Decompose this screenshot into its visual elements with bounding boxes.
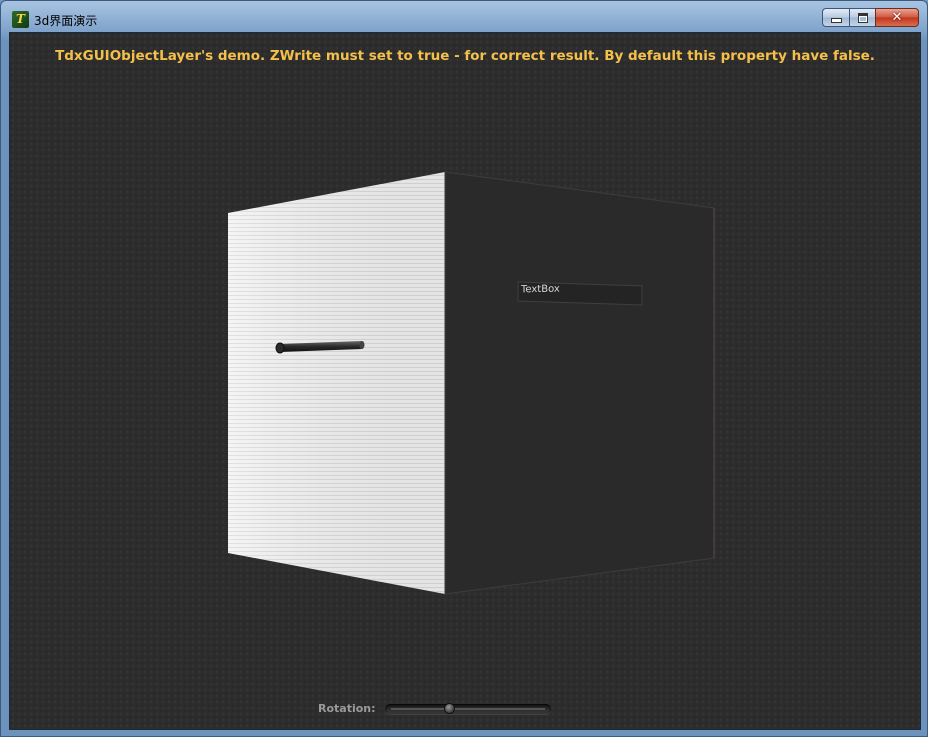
- maximize-icon: [857, 12, 868, 23]
- rotation-slider-thumb[interactable]: [444, 703, 455, 714]
- cube-scene: [228, 171, 715, 595]
- scene-viewport[interactable]: TdxGUIObjectLayer's demo. ZWrite must se…: [9, 32, 921, 730]
- textbox-value: TextBox: [521, 283, 560, 296]
- minimize-button[interactable]: [822, 8, 849, 27]
- close-button[interactable]: ✕: [875, 8, 919, 27]
- title-bar[interactable]: T 3d界面演示 ✕: [1, 1, 927, 33]
- maximize-button[interactable]: [849, 8, 875, 27]
- rotation-slider-rail: [391, 708, 545, 710]
- window-title: 3d界面演示: [34, 14, 98, 28]
- rotation-label: Rotation:: [318, 702, 376, 715]
- cube-dark-face: [444, 171, 715, 595]
- close-icon: ✕: [891, 10, 903, 25]
- app-icon[interactable]: T: [12, 11, 29, 28]
- window-controls: ✕: [822, 8, 919, 28]
- minimize-icon: [830, 18, 842, 23]
- app-window: T 3d界面演示 ✕ TdxGUIObjectLayer's demo. ZWr…: [0, 0, 928, 737]
- rotation-slider[interactable]: [385, 703, 551, 714]
